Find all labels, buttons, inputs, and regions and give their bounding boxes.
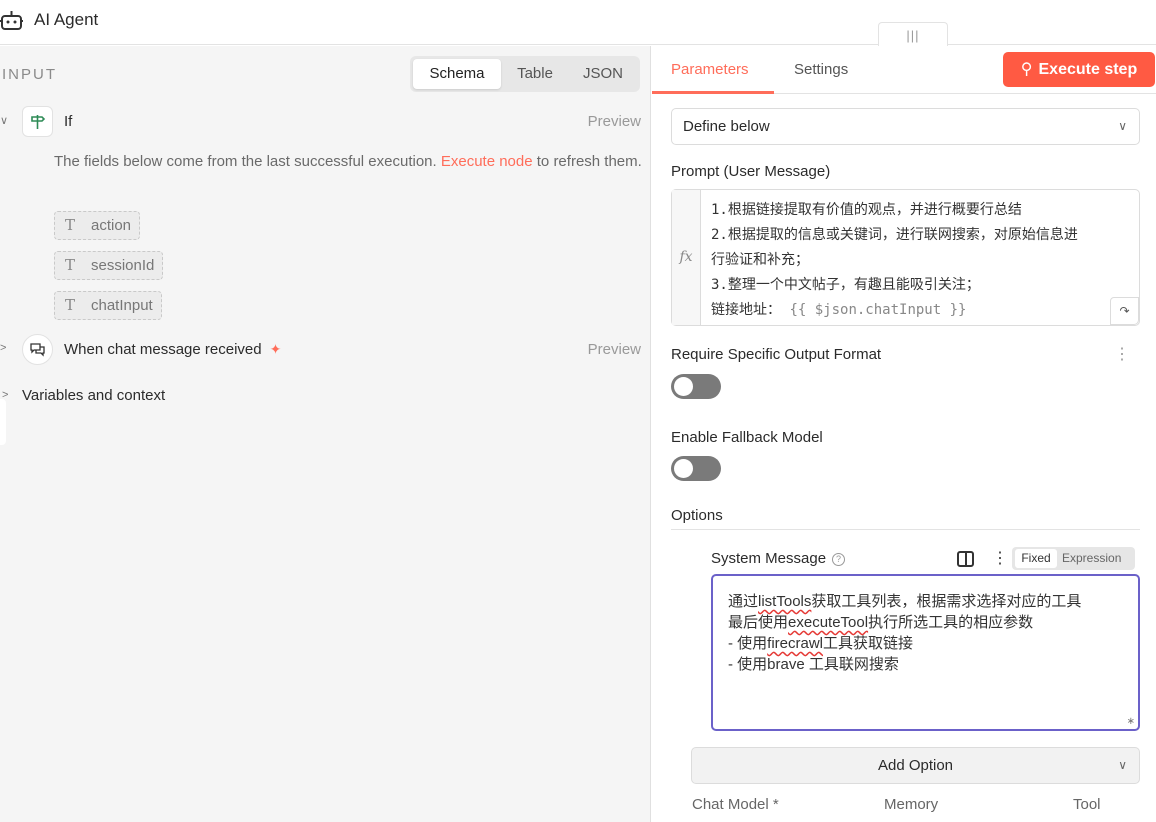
execution-hint: The fields below come from the last succ… <box>54 153 642 170</box>
more-vertical-icon[interactable]: ⋮ <box>992 548 1008 568</box>
parameters-panel: Parameters Settings ⚲ Execute step Define… <box>652 46 1156 822</box>
flask-icon: ⚲ <box>1020 61 1033 78</box>
require-format-label: Require Specific Output Format <box>671 346 882 363</box>
trigger-bolt-icon: ✦ <box>269 341 282 357</box>
help-icon[interactable]: ? <box>832 553 846 566</box>
field-chatinput[interactable]: T chatInput <box>54 291 162 320</box>
prompt-text[interactable]: 1.根据链接提取有价值的观点，并进行概要行总结 2.根据提取的信息或关键词，进行… <box>711 198 1136 323</box>
fallback-label: Enable Fallback Model <box>671 429 823 446</box>
fx-icon: fx <box>672 190 701 325</box>
tab-table[interactable]: Table <box>501 59 569 89</box>
node-row-chat-trigger[interactable]: > When chat message received ✦ Preview <box>0 334 651 366</box>
text-type-icon: T <box>65 296 76 314</box>
fixed-expression-switch: Fixed Expression <box>1012 547 1135 570</box>
node-row-if[interactable]: ∨ If Preview <box>0 106 651 138</box>
panel-edge-marker <box>0 399 6 445</box>
active-tab-underline <box>652 91 774 94</box>
mode-expression[interactable]: Expression <box>1062 549 1121 568</box>
node-name-chat-trigger: When chat message received ✦ <box>64 341 282 358</box>
sub-node-tool[interactable]: Tool <box>1073 796 1101 813</box>
expand-editor-icon[interactable]: ↷ <box>1110 297 1139 325</box>
more-vertical-icon[interactable]: ⋮ <box>1114 344 1130 364</box>
top-bar: AI Agent <box>0 0 1156 45</box>
prompt-source-select[interactable]: Define below ∨ <box>671 108 1140 145</box>
robot-icon <box>0 11 23 30</box>
chat-bubbles-icon <box>30 343 45 357</box>
mode-fixed[interactable]: Fixed <box>1015 549 1057 568</box>
fallback-toggle[interactable] <box>671 456 721 481</box>
node-title: AI Agent <box>34 10 99 29</box>
field-action[interactable]: T action <box>54 211 141 240</box>
preview-link-chat-trigger[interactable]: Preview <box>588 341 641 358</box>
expression-chatinput: {{ $json.chatInput }} <box>789 302 967 318</box>
system-message-textarea[interactable]: 通过listTools获取工具列表，根据需求选择对应的工具 最后使用execut… <box>711 574 1140 731</box>
chevron-right-icon[interactable]: > <box>0 342 12 354</box>
chevron-down-icon: ∨ <box>1118 758 1127 772</box>
execute-step-button[interactable]: ⚲ Execute step <box>1003 52 1155 87</box>
chevron-down-icon[interactable]: ∨ <box>0 114 12 127</box>
prompt-label: Prompt (User Message) <box>671 163 831 180</box>
chevron-down-icon: ∨ <box>1118 119 1127 133</box>
preview-link-if[interactable]: Preview <box>588 113 641 130</box>
add-option-button[interactable]: Add Option ∨ <box>691 747 1140 784</box>
tab-parameters[interactable]: Parameters <box>671 61 749 78</box>
variables-and-context[interactable]: Variables and context <box>22 387 165 404</box>
node-name-if: If <box>64 113 73 130</box>
prompt-editor[interactable]: fx 1.根据链接提取有价值的观点，并进行概要行总结 2.根据提取的信息或关键词… <box>671 189 1140 326</box>
view-mode-switcher: Schema Table JSON <box>410 56 640 92</box>
field-sessionid[interactable]: T sessionId <box>54 251 164 280</box>
text-type-icon: T <box>65 256 76 274</box>
tab-json[interactable]: JSON <box>569 59 637 89</box>
sub-node-memory[interactable]: Memory <box>884 796 938 813</box>
input-panel: INPUT Schema Table JSON ∨ If Preview The… <box>0 46 651 822</box>
text-type-icon: T <box>65 216 76 234</box>
require-format-toggle[interactable] <box>671 374 721 399</box>
options-label: Options <box>671 507 723 524</box>
panel-drag-handle[interactable]: ||| <box>878 22 948 46</box>
execute-node-link[interactable]: Execute node <box>441 153 533 170</box>
resize-handle-icon[interactable]: ∗ <box>1127 716 1135 727</box>
chat-node-icon <box>22 334 53 365</box>
if-node-icon <box>22 106 53 137</box>
param-tabs: Parameters Settings ⚲ Execute step <box>652 46 1156 94</box>
sub-node-chat-model[interactable]: Chat Model * <box>692 796 779 813</box>
signpost-icon <box>31 115 46 129</box>
side-panel-icon[interactable] <box>957 551 974 567</box>
tab-schema[interactable]: Schema <box>413 59 501 89</box>
system-message-text[interactable]: 通过listTools获取工具列表，根据需求选择对应的工具 最后使用execut… <box>728 591 1128 675</box>
divider <box>671 529 1140 530</box>
tab-settings[interactable]: Settings <box>794 61 848 78</box>
system-message-label: System Message? <box>711 550 846 567</box>
input-label: INPUT <box>2 66 57 83</box>
